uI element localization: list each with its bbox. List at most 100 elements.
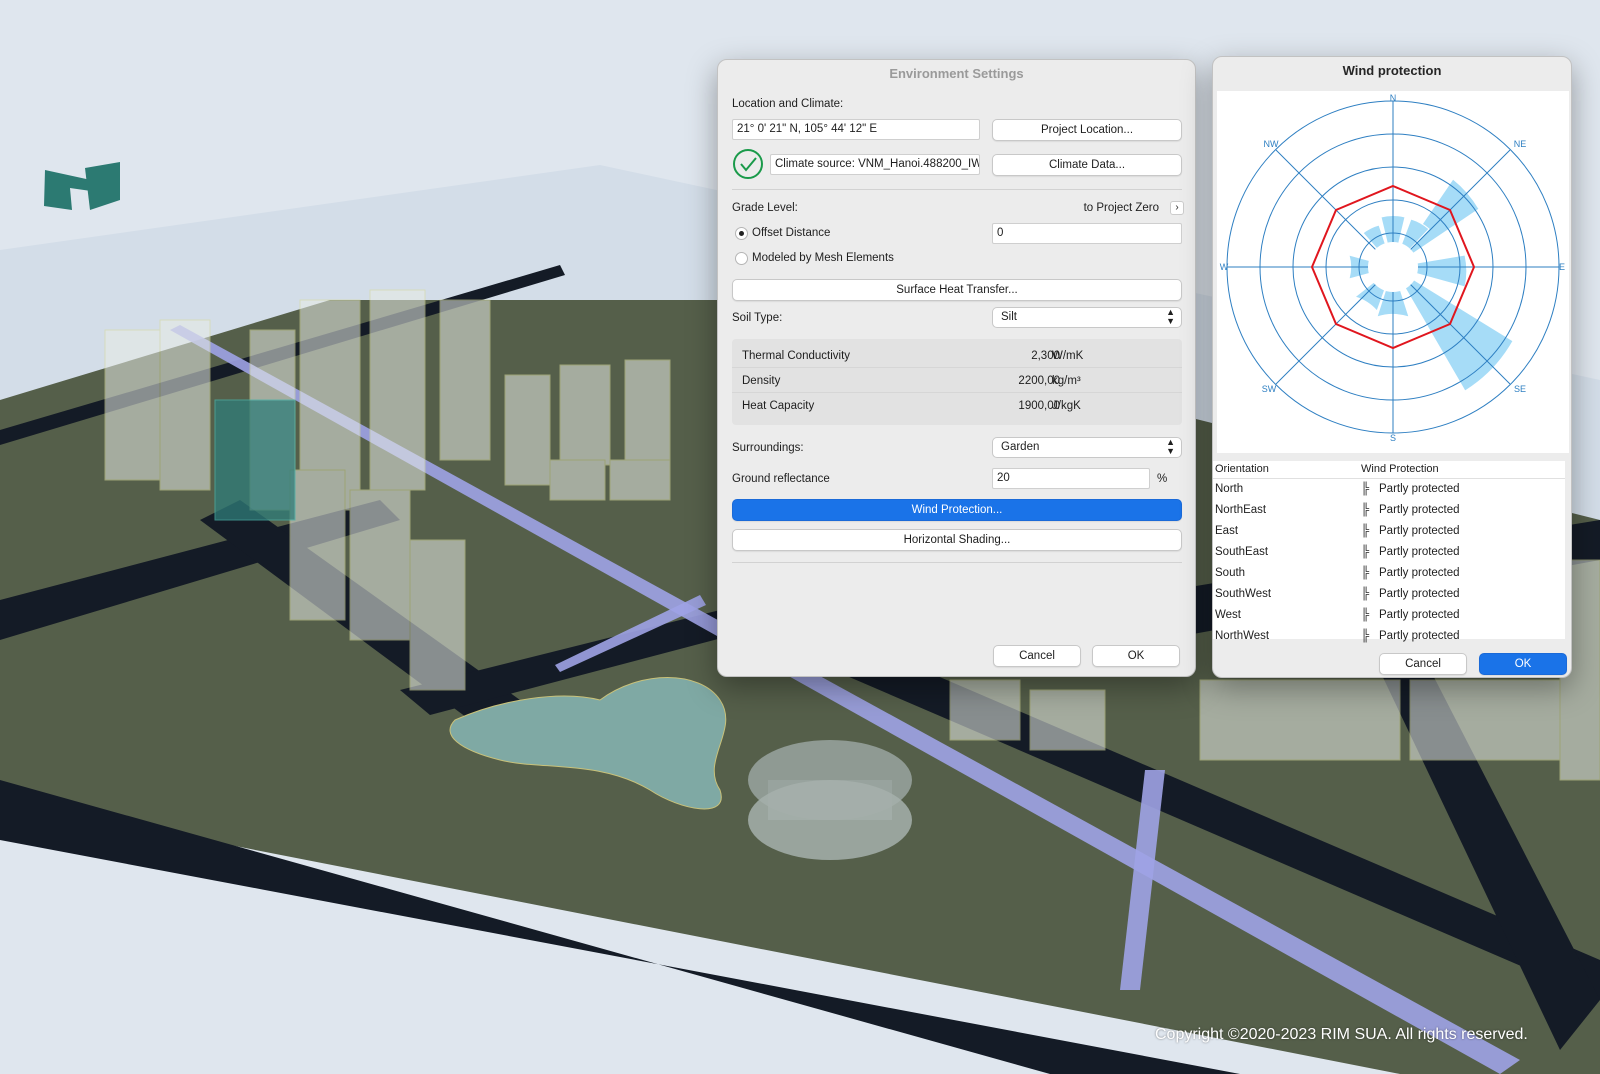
fence-icon: ╠ xyxy=(1361,567,1370,579)
table-row[interactable]: East ╠ Partly protected xyxy=(1213,521,1565,542)
wind-protection-table: Orientation Wind Protection North ╠ Part… xyxy=(1213,461,1565,642)
copyright-text: Copyright ©2020-2023 RIM SUA. All rights… xyxy=(1155,1026,1528,1043)
tower xyxy=(409,539,466,691)
modeled-by-mesh-label: Modeled by Mesh Elements xyxy=(752,252,894,264)
tower xyxy=(559,364,611,466)
compass-s: S xyxy=(1390,433,1396,443)
modeled-by-mesh-radio[interactable] xyxy=(735,252,748,265)
divider xyxy=(732,189,1182,190)
protection-cell[interactable]: Partly protected xyxy=(1379,479,1460,500)
table-row[interactable]: SouthEast ╠ Partly protected xyxy=(1213,542,1565,563)
fence-icon: ╠ xyxy=(1361,483,1370,495)
soil-type-value: Silt xyxy=(1001,311,1017,323)
table-row[interactable]: North ╠ Partly protected xyxy=(1213,479,1565,500)
orientation-cell: NorthEast xyxy=(1215,504,1267,516)
compass-sw: SW xyxy=(1262,384,1277,394)
protection-cell[interactable]: Partly protected xyxy=(1379,626,1460,647)
prop-unit: W/mK xyxy=(1052,350,1084,362)
compass-w: W xyxy=(1220,262,1229,272)
low-block xyxy=(1029,689,1106,751)
protection-cell[interactable]: Partly protected xyxy=(1379,500,1460,521)
table-row[interactable]: NorthEast ╠ Partly protected xyxy=(1213,500,1565,521)
low-block xyxy=(1199,679,1401,761)
percent-unit: % xyxy=(1157,473,1168,485)
compass-nw: NW xyxy=(1264,139,1279,149)
cancel-button[interactable]: Cancel xyxy=(1379,653,1467,675)
table-row[interactable]: South ╠ Partly protected xyxy=(1213,563,1565,584)
stepper-arrows-icon: ▲ ▼ xyxy=(1166,437,1175,456)
rose-center xyxy=(1368,242,1418,292)
environment-settings-dialog: Environment Settings Location and Climat… xyxy=(717,59,1196,677)
wind-rose-chart: N NE E SE S SW W NW xyxy=(1220,93,1565,443)
wind-rose-panel: N NE E SE S SW W NW xyxy=(1217,91,1569,453)
soil-prop-row: Thermal Conductivity 2,300 W/mK xyxy=(732,344,1182,368)
table-row[interactable]: SouthWest ╠ Partly protected xyxy=(1213,584,1565,605)
ground-reflectance-input[interactable]: 20 xyxy=(992,468,1150,489)
tower xyxy=(104,329,161,481)
surroundings-label: Surroundings: xyxy=(732,442,804,454)
fence-icon: ╠ xyxy=(1361,504,1370,516)
fence-icon: ╠ xyxy=(1361,525,1370,537)
wind-protection-dialog: Wind protection N NE E SE S SW W NW Orie… xyxy=(1212,56,1572,678)
table-row[interactable]: NorthWest ╠ Partly protected xyxy=(1213,626,1565,647)
protection-cell[interactable]: Partly protected xyxy=(1379,584,1460,605)
fence-icon: ╠ xyxy=(1361,588,1370,600)
soil-type-select[interactable]: Silt ▲ ▼ xyxy=(992,307,1182,328)
horizontal-shading-button[interactable]: Horizontal Shading... xyxy=(732,529,1182,551)
grade-level-label: Grade Level: xyxy=(732,202,798,214)
surroundings-value: Garden xyxy=(1001,441,1040,453)
ok-button[interactable]: OK xyxy=(1479,653,1567,675)
project-location-button[interactable]: Project Location... xyxy=(992,119,1182,141)
low-block xyxy=(549,459,606,501)
tower xyxy=(349,489,411,641)
offset-distance-label: Offset Distance xyxy=(752,227,831,239)
protection-cell[interactable]: Partly protected xyxy=(1379,521,1460,542)
surroundings-select[interactable]: Garden ▲ ▼ xyxy=(992,437,1182,458)
grade-reference-label: to Project Zero xyxy=(1083,202,1159,214)
divider xyxy=(732,562,1182,563)
prop-name: Thermal Conductivity xyxy=(742,350,851,362)
tower xyxy=(439,299,491,461)
wind-protection-button[interactable]: Wind Protection... xyxy=(732,499,1182,521)
protection-cell[interactable]: Partly protected xyxy=(1379,605,1460,626)
climate-valid-check-icon xyxy=(732,148,764,180)
selected-building xyxy=(214,399,296,521)
soil-properties-panel: Thermal Conductivity 2,300 W/mK Density … xyxy=(732,339,1182,425)
round-building-base xyxy=(748,780,912,860)
protection-cell[interactable]: Partly protected xyxy=(1379,542,1460,563)
soil-prop-row: Heat Capacity 1900,00 J/kgK xyxy=(732,394,1182,418)
offset-distance-input[interactable]: 0 xyxy=(992,223,1182,244)
offset-distance-radio[interactable] xyxy=(735,227,748,240)
fence-icon: ╠ xyxy=(1361,546,1370,558)
ground-reflectance-label: Ground reflectance xyxy=(732,473,830,485)
compass-e: E xyxy=(1559,262,1565,272)
table-row[interactable]: West ╠ Partly protected xyxy=(1213,605,1565,626)
grade-reference-arrow-icon[interactable]: › xyxy=(1170,201,1184,215)
orientation-cell: West xyxy=(1215,609,1241,621)
orientation-header[interactable]: Orientation xyxy=(1215,463,1269,475)
surface-heat-transfer-button[interactable]: Surface Heat Transfer... xyxy=(732,279,1182,301)
cancel-button[interactable]: Cancel xyxy=(993,645,1081,667)
soil-type-label: Soil Type: xyxy=(732,312,783,324)
tower xyxy=(289,469,346,621)
climate-data-button[interactable]: Climate Data... xyxy=(992,154,1182,176)
ok-button[interactable]: OK xyxy=(1092,645,1180,667)
tower xyxy=(159,319,211,491)
orientation-cell: South xyxy=(1215,567,1246,579)
dialog-title: Wind protection xyxy=(1342,63,1442,78)
coordinates-field[interactable]: 21° 0' 21" N, 105° 44' 12" E xyxy=(732,119,980,140)
tower xyxy=(369,289,426,491)
fence-icon: ╠ xyxy=(1361,609,1370,621)
protection-cell[interactable]: Partly protected xyxy=(1379,563,1460,584)
fence-icon: ╠ xyxy=(1361,630,1370,642)
orientation-cell: East xyxy=(1215,525,1239,537)
protection-header[interactable]: Wind Protection xyxy=(1361,463,1439,475)
prop-name: Density xyxy=(742,375,781,387)
compass-ne: NE xyxy=(1514,139,1527,149)
climate-source-field[interactable]: Climate source: VNM_Hanoi.488200_IW xyxy=(770,154,980,175)
compass-n: N xyxy=(1390,93,1397,103)
prop-unit: kg/m³ xyxy=(1052,375,1081,387)
dialog-title: Environment Settings xyxy=(889,66,1024,81)
tower xyxy=(624,359,671,461)
orientation-cell: SouthWest xyxy=(1215,588,1272,600)
